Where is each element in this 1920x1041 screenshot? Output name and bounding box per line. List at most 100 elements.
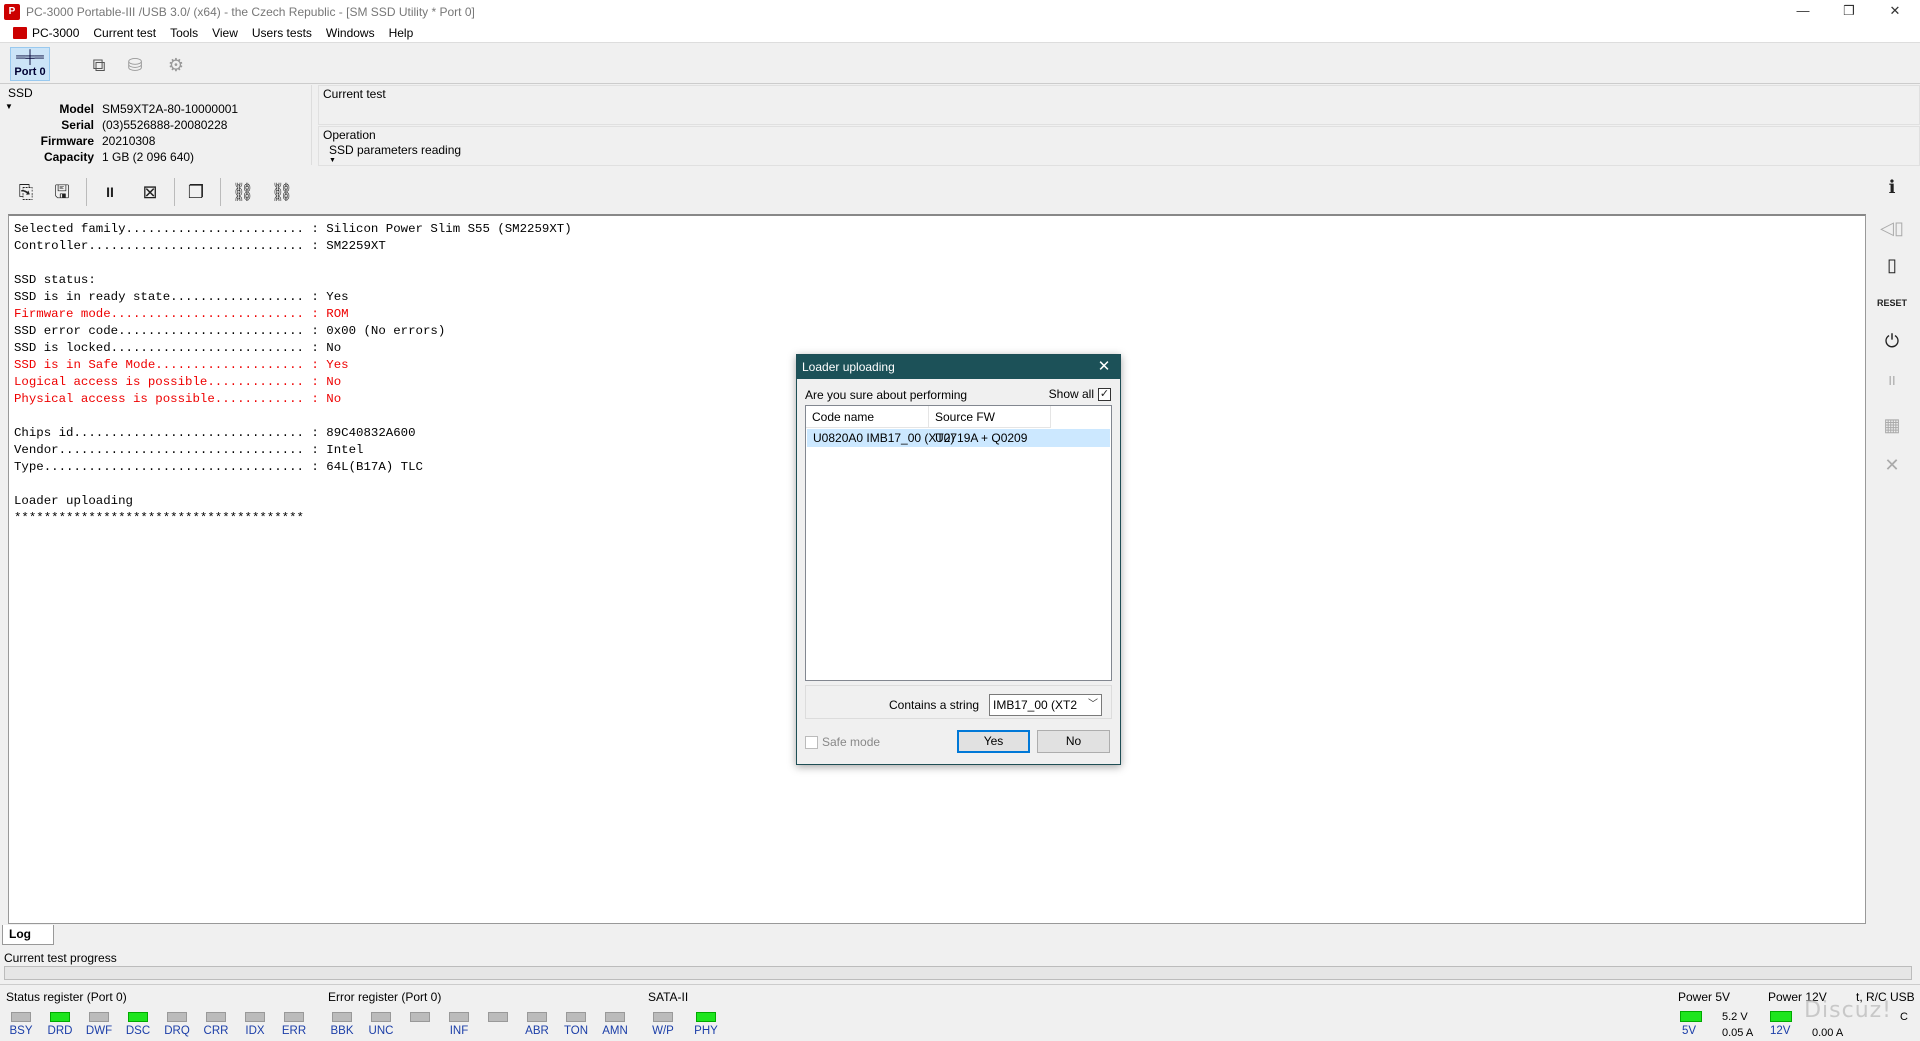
menu-view[interactable]: View <box>205 26 245 40</box>
menu-pc3000-label: PC-3000 <box>32 25 80 40</box>
safe-mode-label: Safe mode <box>822 735 881 749</box>
led-indicator <box>566 1012 586 1022</box>
log-line: Loader uploading <box>14 494 133 508</box>
safe-mode-box[interactable] <box>805 735 818 749</box>
power12v-label: 12V <box>1770 1025 1791 1037</box>
port-label: Port 0 <box>14 66 46 78</box>
status-bar: Status register (Port 0) BSY DRD DWF DSC DRQ… <box>0 984 1920 1040</box>
chevron-down-icon[interactable]: ﹀ <box>1088 695 1098 715</box>
checkmark-icon[interactable]: ✓ <box>1098 387 1111 401</box>
menu-current-test[interactable]: Current test <box>86 26 163 40</box>
main-toolbar: ═╪═ Port 0 ⧉ ⛁ ⚙ <box>0 44 1920 84</box>
led-indicator <box>332 1012 352 1022</box>
progress-bar <box>4 966 1912 980</box>
log-line: SSD is in Safe Mode.................... … <box>14 358 349 372</box>
reset-icon[interactable]: RESET <box>1876 288 1908 318</box>
list-row[interactable]: U0820A0 IMB17_00 (XT2) U0719A + Q0209 <box>807 429 1110 447</box>
led-label: INF <box>449 1025 469 1037</box>
source-fw-cell: U0719A + Q0209 <box>935 431 1028 445</box>
power-switch-icon[interactable]: ⏻ <box>1876 326 1908 356</box>
led-indicator <box>371 1012 391 1022</box>
log-line: SSD error code......................... … <box>14 324 446 338</box>
utility-icon[interactable]: ⚙ <box>165 54 187 76</box>
led-label: AMN <box>602 1025 628 1037</box>
log-line: Chips id............................... … <box>14 426 416 440</box>
model-row: Model SM59XT2A-80-10000001 <box>0 102 310 117</box>
power5v-current: 0.05 A <box>1722 1027 1754 1039</box>
power5v-group: Power 5V 5V 5.2 V 0.05 A <box>1670 989 1760 1041</box>
safe-mode-checkbox[interactable]: Safe mode <box>805 735 880 749</box>
power12v-led <box>1770 1011 1792 1022</box>
pause-icon[interactable]: II <box>98 180 122 204</box>
tools-icon[interactable]: ✕ <box>1876 450 1908 480</box>
find-next-icon[interactable]: ⛓ <box>270 180 294 204</box>
yes-button[interactable]: Yes <box>957 730 1030 753</box>
close-window-button[interactable]: ✕ <box>1872 0 1918 23</box>
clear-log-icon[interactable]: ⊠ <box>138 180 162 204</box>
current-test-label: Current test <box>323 87 386 101</box>
led-indicator <box>284 1012 304 1022</box>
pc3000-app-icon[interactable]: P <box>4 3 20 20</box>
port0-button[interactable]: ═╪═ Port 0 <box>10 47 50 81</box>
loader-list[interactable]: Code name Source FW U0820A0 IMB17_00 (XT… <box>805 405 1112 681</box>
restore-button[interactable]: ❒ <box>1826 0 1872 23</box>
led-label: ABR <box>525 1025 549 1037</box>
led-indicator <box>245 1012 265 1022</box>
column-header-source-fw[interactable]: Source FW <box>929 406 1051 428</box>
save-log-icon[interactable]: 🖫 <box>50 180 74 204</box>
drive-info-icon[interactable]: ℹ <box>1876 172 1908 202</box>
led-label: ERR <box>281 1025 307 1037</box>
dialog-close-icon[interactable]: ✕ <box>1094 355 1114 379</box>
menu-users-tests[interactable]: Users tests <box>245 26 319 40</box>
error-register-group: Error register (Port 0) BBK UNC INF ABR TON A… <box>322 989 642 1041</box>
model-value: SM59XT2A-80-10000001 <box>102 102 239 116</box>
minimize-button[interactable]: — <box>1780 0 1826 23</box>
copy-windows-icon[interactable]: ⧉ <box>88 54 110 76</box>
led-label: DRQ <box>164 1025 190 1037</box>
dialog-title: Loader uploading <box>797 355 1120 379</box>
filter-value: IMB17_00 (XT2 <box>993 698 1078 712</box>
error-register-title: Error register (Port 0) <box>328 990 442 1004</box>
ssd-panel-title: SSD <box>8 86 33 100</box>
chip-icon[interactable]: ▦ <box>1876 410 1908 440</box>
log-line: SSD is locked.......................... … <box>14 341 342 355</box>
menu-bar: PC-3000 Current test Tools View Users te… <box>0 23 1920 61</box>
log-line: Selected family........................ … <box>14 222 572 236</box>
find-icon[interactable]: ⛓ <box>231 180 255 204</box>
led-label: IDX <box>245 1025 265 1037</box>
toolbar-separator <box>174 178 175 206</box>
copy-log-icon[interactable]: ❐ <box>184 180 208 204</box>
menu-pc3000[interactable]: PC-3000 <box>0 26 86 40</box>
dialog-question: Are you sure about performing <box>805 388 968 402</box>
serial-label: Serial <box>61 118 94 132</box>
pause-side-icon[interactable]: II <box>1876 366 1908 396</box>
tab-log[interactable]: Log <box>2 925 54 945</box>
disk-icon[interactable]: ⛁ <box>124 54 146 76</box>
loader-uploading-dialog: Loader uploading ✕ Are you sure about pe… <box>796 354 1121 765</box>
operation-arrow-icon[interactable]: ▼ <box>329 157 336 164</box>
log-line: Logical access is possible............. … <box>14 375 342 389</box>
status-register-title: Status register (Port 0) <box>6 990 127 1004</box>
temperature-value: C <box>1900 1011 1908 1023</box>
log-text: Selected family........................ … <box>14 221 572 527</box>
title-bar: P PC-3000 Portable-III /USB 3.0/ (x64) -… <box>0 0 1920 23</box>
sound-icon[interactable]: ◁▯ <box>1876 213 1908 243</box>
device-icon[interactable]: ▯ <box>1876 250 1908 280</box>
toolbar-separator <box>86 178 87 206</box>
open-log-icon[interactable]: ⎘ <box>14 180 38 204</box>
menu-windows[interactable]: Windows <box>319 26 382 40</box>
current-test-panel: Current test <box>318 85 1920 125</box>
show-all-checkbox[interactable]: Show all ✓ <box>1049 387 1111 401</box>
sata-group: SATA-II W/P PHY <box>642 989 732 1041</box>
menu-tools[interactable]: Tools <box>163 26 205 40</box>
column-header-code-name[interactable]: Code name <box>806 406 929 428</box>
filter-combobox[interactable]: IMB17_00 (XT2 ﹀ <box>989 694 1102 716</box>
power5v-led <box>1680 1011 1702 1022</box>
menu-help[interactable]: Help <box>382 26 421 40</box>
no-button[interactable]: No <box>1037 730 1110 753</box>
led-indicator <box>488 1012 508 1022</box>
power5v-title: Power 5V <box>1678 990 1731 1004</box>
log-line: SSD status: <box>14 273 96 287</box>
